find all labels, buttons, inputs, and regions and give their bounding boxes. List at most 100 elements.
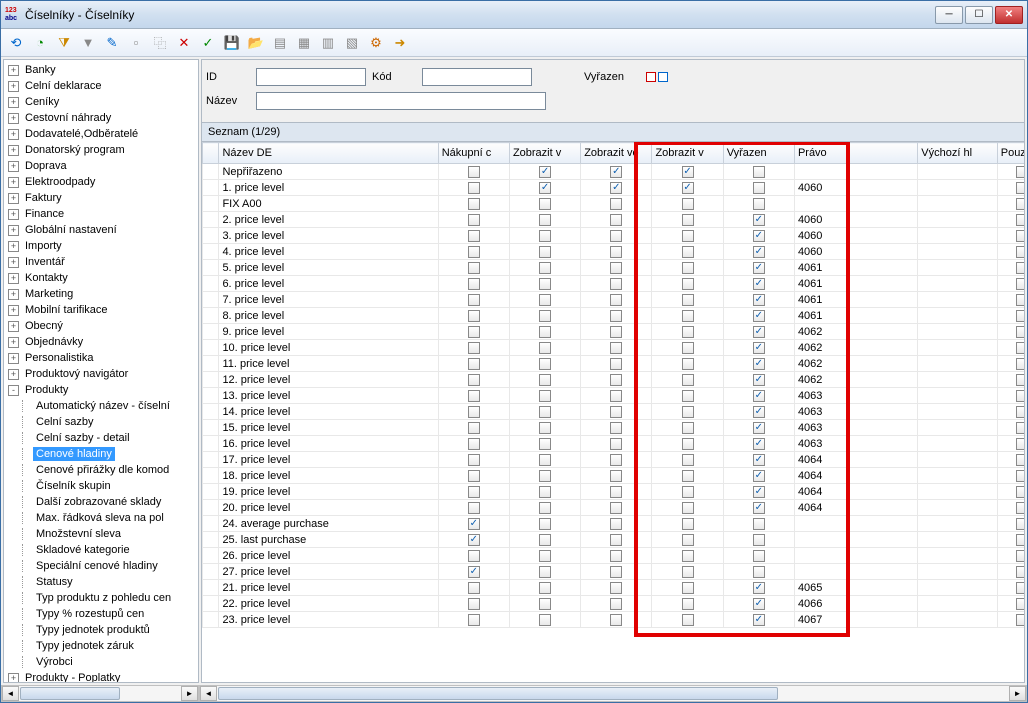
tree-item-label[interactable]: Typ produktu z pohledu cen — [33, 591, 174, 605]
cell-zobrazitv2[interactable] — [652, 276, 723, 292]
tree-item[interactable]: Automatický název - číselní — [6, 398, 196, 414]
cell-zobrazitve[interactable] — [581, 500, 652, 516]
cell-zobrazitve[interactable] — [581, 356, 652, 372]
collapse-icon[interactable]: - — [8, 385, 19, 396]
tree-item-label[interactable]: Typy % rozestupů cen — [33, 607, 147, 621]
cell-pouze[interactable] — [997, 276, 1025, 292]
tree-item[interactable]: +Inventář — [6, 254, 196, 270]
cell-zobrazitv2[interactable] — [652, 420, 723, 436]
tree-item[interactable]: +Objednávky — [6, 334, 196, 350]
expand-icon[interactable]: + — [8, 129, 19, 140]
cell-zobrazitv2[interactable] — [652, 388, 723, 404]
delete-icon[interactable]: ✕ — [173, 32, 195, 54]
checkbox-icon[interactable] — [539, 486, 551, 498]
checkbox-icon[interactable] — [1016, 582, 1025, 594]
checkbox-icon[interactable] — [468, 230, 480, 242]
cell-zobrazitve[interactable] — [581, 564, 652, 580]
save-icon[interactable]: 💾 — [221, 32, 243, 54]
cell-pouze[interactable] — [997, 596, 1025, 612]
checkbox-icon[interactable] — [682, 198, 694, 210]
checkbox-icon[interactable] — [1016, 342, 1025, 354]
table-row[interactable]: 25. last purchase✓21.07.200POJ19.04.201R… — [203, 532, 1026, 548]
copy-doc-icon[interactable]: ⿻ — [149, 32, 171, 54]
tree-item-label[interactable]: Cenové hladiny — [33, 447, 115, 461]
tree-item-label[interactable]: Speciální cenové hladiny — [33, 559, 161, 573]
cell-vyrazen[interactable]: ✓ — [723, 356, 794, 372]
checkbox-icon[interactable] — [1016, 278, 1025, 290]
checkbox-icon[interactable] — [539, 230, 551, 242]
tree-item[interactable]: Typy jednotek produktů — [6, 622, 196, 638]
cell-zobrazitv1[interactable] — [509, 324, 580, 340]
tree-item[interactable]: +Marketing — [6, 286, 196, 302]
tree-item-label[interactable]: Personalistika — [22, 351, 96, 365]
checkbox-icon[interactable]: ✓ — [753, 390, 765, 402]
cell-zobrazitv1[interactable] — [509, 260, 580, 276]
cell-zobrazitv1[interactable] — [509, 452, 580, 468]
checkbox-icon[interactable] — [468, 550, 480, 562]
clock-icon[interactable]: ◔ — [29, 32, 51, 54]
cell-vyrazen[interactable]: ✓ — [723, 388, 794, 404]
cell-pouze[interactable] — [997, 260, 1025, 276]
checkbox-icon[interactable] — [682, 326, 694, 338]
checkbox-icon[interactable] — [1016, 310, 1025, 322]
expand-icon[interactable]: + — [8, 241, 19, 252]
tree-item[interactable]: +Importy — [6, 238, 196, 254]
tree-item[interactable]: +Donatorský program — [6, 142, 196, 158]
edit-icon[interactable]: ✎ — [101, 32, 123, 54]
cell-pouze[interactable] — [997, 484, 1025, 500]
cell-zobrazitve[interactable] — [581, 532, 652, 548]
cell-zobrazitv2[interactable] — [652, 532, 723, 548]
checkbox-icon[interactable] — [610, 406, 622, 418]
checkbox-icon[interactable] — [1016, 518, 1025, 530]
cell-vyrazen[interactable]: ✓ — [723, 596, 794, 612]
checkbox-icon[interactable] — [468, 310, 480, 322]
checkbox-icon[interactable] — [1016, 438, 1025, 450]
cell-zobrazitv1[interactable] — [509, 196, 580, 212]
checkbox-icon[interactable] — [1016, 486, 1025, 498]
cell-zobrazitv1[interactable]: ✓ — [509, 180, 580, 196]
cell-vyrazen[interactable]: ✓ — [723, 308, 794, 324]
cell-nakupni[interactable] — [438, 468, 509, 484]
tree-item[interactable]: Cenové hladiny — [6, 446, 196, 462]
cell-vyrazen[interactable]: ✓ — [723, 420, 794, 436]
cell-nakupni[interactable] — [438, 420, 509, 436]
vyrazen-checkbox-pair[interactable] — [646, 72, 668, 82]
cell-zobrazitv2[interactable] — [652, 324, 723, 340]
cell-zobrazitv2[interactable] — [652, 260, 723, 276]
tree-item[interactable]: +Globální nastavení — [6, 222, 196, 238]
checkbox-icon[interactable] — [468, 294, 480, 306]
cell-pouze[interactable] — [997, 244, 1025, 260]
column-header-pouze[interactable]: Pouze pro — [997, 143, 1025, 164]
checkbox-icon[interactable] — [539, 278, 551, 290]
expand-icon[interactable]: + — [8, 209, 19, 220]
cell-zobrazitv2[interactable] — [652, 516, 723, 532]
table-row[interactable]: 7. price level✓406121.07.200POJ04.04.201… — [203, 292, 1026, 308]
layout1-icon[interactable]: ▤ — [269, 32, 291, 54]
tree-item-label[interactable]: Cestovní náhrady — [22, 111, 114, 125]
tree-item[interactable]: +Produktový navigátor — [6, 366, 196, 382]
tree-item[interactable]: +Kontakty — [6, 270, 196, 286]
cell-pouze[interactable] — [997, 228, 1025, 244]
expand-icon[interactable]: + — [8, 225, 19, 236]
tree-panel[interactable]: +Banky+Celní deklarace+Ceníky+Cestovní n… — [3, 59, 199, 683]
cell-zobrazitv2[interactable] — [652, 612, 723, 628]
tree-item[interactable]: Výrobci — [6, 654, 196, 670]
cell-nakupni[interactable] — [438, 164, 509, 180]
checkbox-icon[interactable] — [610, 294, 622, 306]
cell-nakupni[interactable]: ✓ — [438, 516, 509, 532]
column-header-vyrazen[interactable]: Vyřazen — [723, 143, 794, 164]
checkbox-icon[interactable]: ✓ — [753, 406, 765, 418]
tree-item-label[interactable]: Importy — [22, 239, 65, 253]
checkbox-icon[interactable] — [539, 454, 551, 466]
cell-vyrazen[interactable]: ✓ — [723, 580, 794, 596]
cell-pouze[interactable] — [997, 500, 1025, 516]
tree-item-label[interactable]: Faktury — [22, 191, 65, 205]
cell-vyrazen[interactable]: ✓ — [723, 436, 794, 452]
checkbox-icon[interactable] — [1016, 422, 1025, 434]
expand-icon[interactable]: + — [8, 161, 19, 172]
table-row[interactable]: 14. price level✓406321.07.200POJ04.04.20… — [203, 404, 1026, 420]
tree-item[interactable]: +Produkty - Poplatky — [6, 670, 196, 683]
checkbox-icon[interactable] — [1016, 230, 1025, 242]
cell-vyrazen[interactable]: ✓ — [723, 228, 794, 244]
checkbox-icon[interactable] — [468, 422, 480, 434]
